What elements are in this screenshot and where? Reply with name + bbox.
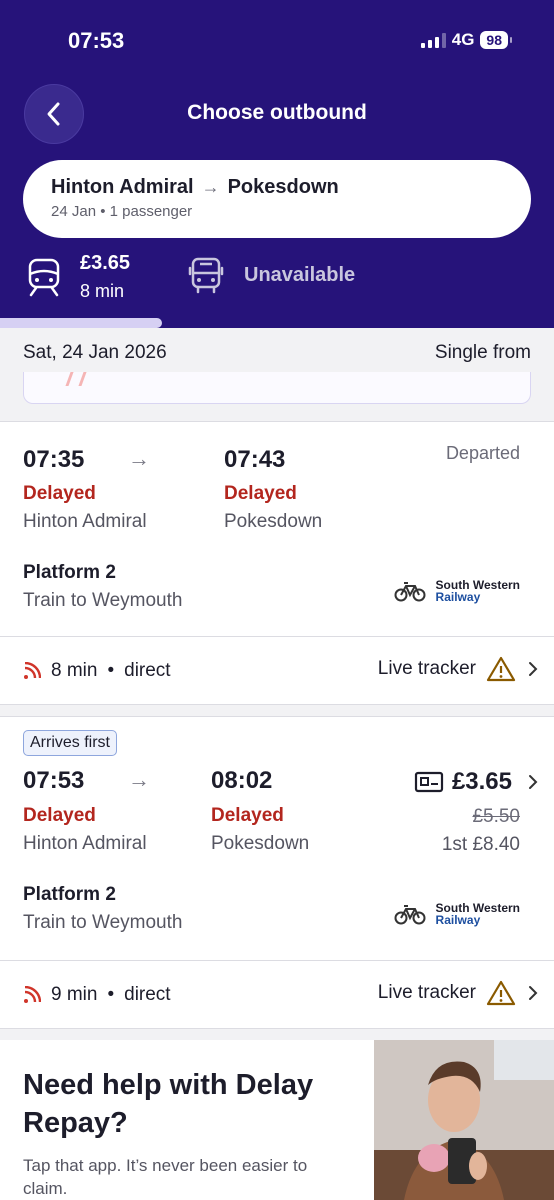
status-indicators: 4G 98: [420, 30, 512, 50]
arrow-right-icon: →: [128, 767, 150, 792]
route: Hinton Admiral → Pokesdown: [51, 176, 503, 199]
departure-station: Hinton Admiral: [23, 511, 147, 532]
live-tracker-row[interactable]: 8 min • direct Live tracker: [0, 637, 554, 705]
separator-dot: •: [107, 660, 115, 681]
bicycle-icon: [394, 582, 426, 602]
warning-icon: [486, 980, 516, 1006]
chevron-right-icon: [529, 986, 538, 1000]
first-class-price: 1st £8.40: [441, 834, 520, 855]
journey-duration: 9 min: [51, 984, 98, 1005]
journey-duration: 8 min: [51, 660, 98, 681]
bus-icon: [188, 257, 224, 294]
header: 07:53 4G 98 Choose outbound Hinton Admir…: [0, 0, 554, 328]
destination-station: Pokesdown: [227, 176, 339, 198]
service-state: Departed: [445, 443, 520, 463]
warning-icon: [486, 656, 516, 682]
operator-logo: South Western Railway: [435, 578, 520, 604]
delay-repay-card[interactable]: Need help with Delay Repay? Tap that app…: [0, 1040, 554, 1200]
departure-status: Delayed: [23, 805, 96, 826]
train-duration: 8 min: [80, 281, 125, 301]
arrival-time: 08:02: [211, 767, 273, 794]
live-tracker-label: Live tracker: [377, 658, 476, 679]
arrow-right-icon: →: [201, 177, 220, 197]
journey-summary-line: 9 min • direct: [23, 984, 171, 1006]
promo-banner[interactable]: [23, 372, 531, 404]
arrival-status: Delayed: [224, 483, 297, 504]
chevron-right-icon: [529, 662, 538, 676]
operator-info: South Western Railway: [394, 579, 520, 603]
arrives-first-badge: Arrives first: [23, 730, 117, 756]
separator-dot: •: [107, 984, 115, 1005]
origin-station: Hinton Admiral: [51, 176, 194, 198]
journey-details: 24 Jan • 1 passenger: [51, 203, 193, 220]
operator-info: South Western Railway: [394, 902, 520, 926]
departure-time: 07:35: [23, 446, 85, 473]
help-text: Tap that app. It’s never been easier to …: [23, 1156, 308, 1198]
bus-status: Unavailable: [244, 263, 356, 286]
route-type: direct: [124, 660, 171, 681]
departure-status: Delayed: [23, 483, 96, 504]
route-type: direct: [124, 984, 171, 1005]
platform: Platform 2: [23, 884, 116, 905]
arrival-time: 07:43: [224, 446, 286, 473]
fare-price[interactable]: £3.65: [414, 768, 540, 796]
train-price: £3.65: [80, 252, 131, 274]
mode-tab-bus[interactable]: Unavailable: [188, 256, 355, 294]
ticket-icon: [414, 771, 444, 793]
train-destination: Train to Weymouth: [23, 912, 183, 933]
live-signal-icon: [24, 986, 41, 1003]
page-title: Choose outbound: [187, 101, 367, 124]
train-icon: [28, 258, 60, 297]
help-title: Need help with Delay Repay?: [23, 1069, 314, 1139]
mode-tab-train[interactable]: £3.65 8 min: [26, 252, 130, 302]
promo-photo: [374, 1040, 554, 1200]
arrow-right-icon: →: [128, 446, 150, 471]
live-signal-icon: [24, 662, 41, 679]
selected-tab-indicator: [0, 318, 162, 328]
status-time: 07:53: [68, 28, 125, 53]
departure-time: 07:53: [23, 767, 85, 794]
journey-summary-line: 8 min • direct: [23, 660, 171, 682]
arrival-station: Pokesdown: [224, 511, 323, 532]
service-card[interactable]: 07:35 → 07:43 Departed Delayed Delayed H…: [0, 421, 554, 637]
bicycle-icon: [394, 905, 426, 925]
battery-icon: 98: [480, 31, 512, 49]
original-price: £5.50: [472, 806, 520, 827]
chevron-right-icon: [529, 775, 538, 789]
train-destination: Train to Weymouth: [23, 590, 183, 611]
operator-logo: South Western Railway: [435, 901, 520, 927]
live-tracker-label: Live tracker: [377, 982, 476, 1003]
arrival-station: Pokesdown: [211, 833, 310, 854]
price: £3.65: [451, 768, 512, 795]
departure-station: Hinton Admiral: [23, 833, 147, 854]
network-type: 4G: [451, 30, 475, 49]
live-tracker-row[interactable]: 9 min • direct Live tracker: [0, 961, 554, 1029]
journey-summary[interactable]: Hinton Admiral → Pokesdown 24 Jan • 1 pa…: [23, 160, 531, 238]
signal-icon: [420, 32, 446, 48]
live-tracker-link[interactable]: Live tracker: [378, 655, 540, 683]
promo-logo-icon: [65, 372, 87, 386]
live-tracker-link[interactable]: Live tracker: [378, 979, 540, 1007]
platform: Platform 2: [23, 562, 116, 583]
arrival-status: Delayed: [211, 805, 284, 826]
